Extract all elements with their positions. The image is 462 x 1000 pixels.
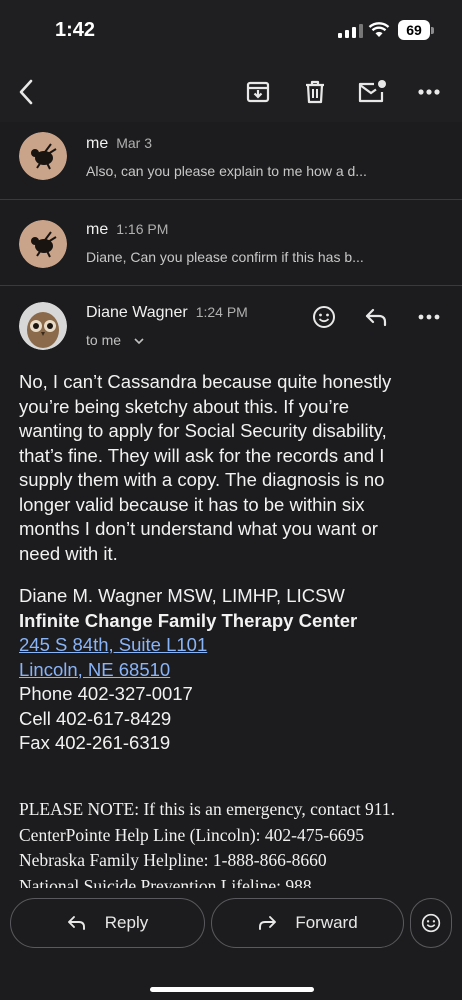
reply-button[interactable]: Reply	[10, 898, 205, 948]
message-date: 1:16 PM	[116, 221, 169, 237]
mail-unread-icon	[358, 80, 386, 103]
react-button[interactable]	[306, 299, 342, 335]
body-line: wanting to apply for Social Security dis…	[19, 420, 387, 441]
home-indicator	[150, 987, 314, 992]
wifi-icon	[368, 22, 390, 37]
signature-cell: Cell 402-617-8429	[19, 707, 172, 729]
body-line: longer valid because it has to be within…	[19, 493, 365, 515]
body-line: need with it.	[19, 542, 118, 564]
message-row[interactable]: me 1:16 PM Diane, Can you please confirm …	[0, 199, 462, 285]
message-date: Mar 3	[116, 135, 153, 151]
body-line: you’re being sketchy about this. If you’…	[19, 395, 350, 417]
signature-fax: Fax 402-261-6319	[19, 732, 171, 753]
mark-unread-button[interactable]	[354, 74, 390, 110]
sender-name: Diane Wagner	[86, 304, 188, 321]
body-line: months I don’t understand what you want …	[19, 518, 378, 539]
address-link[interactable]: 245 S 84th, Suite L101	[19, 634, 207, 655]
more-options-button[interactable]	[411, 74, 447, 110]
forward-button[interactable]: Forward	[211, 898, 404, 948]
toolbar	[0, 62, 462, 122]
chevron-down-icon	[134, 338, 144, 345]
avatar	[19, 220, 67, 268]
status-time: 1:42	[55, 19, 96, 41]
signal-icon	[338, 24, 363, 38]
message-more-button[interactable]	[411, 299, 447, 335]
notice-line: PLEASE NOTE: If this is an emergency, co…	[19, 799, 396, 819]
signature-org: Infinite Change Family Therapy Center	[19, 609, 358, 631]
sender-avatar	[19, 302, 67, 350]
message-date: 1:24 PM	[195, 304, 248, 320]
emoji-icon	[313, 306, 335, 328]
sender-line: me Mar 3	[86, 135, 152, 153]
reply-label: Reply	[104, 913, 149, 932]
message-snippet: Diane, Can you please confirm if this ha…	[86, 249, 364, 265]
recipient-toggle[interactable]: to me	[86, 332, 145, 348]
more-horizontal-icon	[418, 314, 440, 320]
body-line: that’s fine. They will ask for the recor…	[19, 444, 385, 466]
sender-line: me 1:16 PM	[86, 221, 168, 239]
archive-button[interactable]	[240, 74, 276, 110]
battery-indicator: 69	[398, 20, 434, 40]
back-button[interactable]	[8, 74, 44, 110]
status-bar: 1:42 69	[0, 0, 462, 62]
avatar	[19, 132, 67, 180]
message-body: No, I can’t Cassandra because quite hone…	[19, 370, 429, 566]
forward-label: Forward	[295, 913, 358, 932]
react-emoji-button[interactable]	[410, 898, 452, 948]
message-snippet: Also, can you please explain to me how a…	[86, 163, 367, 179]
notice-line: Nebraska Family Helpline: 1-888-866-8660	[19, 850, 327, 870]
signature: Diane M. Wagner MSW, LIMHP, LICSW Infini…	[19, 584, 357, 756]
city-link[interactable]: Lincoln, NE 68510	[19, 659, 170, 680]
more-horizontal-icon	[418, 89, 440, 95]
sender-line: Diane Wagner 1:24 PM	[86, 304, 248, 322]
body-line: supply them with a copy. The diagnosis i…	[19, 469, 385, 490]
forward-icon	[259, 916, 277, 930]
trash-icon	[306, 80, 324, 104]
sender-name: me	[86, 135, 109, 152]
chevron-left-icon	[19, 79, 33, 105]
emoji-icon	[421, 913, 441, 933]
reply-icon	[67, 916, 85, 930]
message-row[interactable]: me Mar 3 Also, can you please explain to …	[0, 122, 462, 199]
notice-line: CenterPointe Help Line (Lincoln): 402-47…	[19, 824, 365, 845]
signature-phone: Phone 402-327-0017	[19, 683, 193, 704]
notice-block: PLEASE NOTE: If this is an emergency, co…	[19, 797, 395, 899]
delete-button[interactable]	[297, 74, 333, 110]
body-line: No, I can’t Cassandra because quite hone…	[19, 371, 392, 392]
sender-name: me	[86, 221, 109, 238]
recipient-label: to me	[86, 332, 122, 348]
archive-icon	[246, 81, 270, 103]
signature-name: Diane M. Wagner MSW, LIMHP, LICSW	[19, 585, 345, 606]
reply-icon-button[interactable]	[358, 299, 394, 335]
action-bar: Reply Forward	[0, 888, 462, 1000]
reply-icon	[365, 308, 387, 327]
